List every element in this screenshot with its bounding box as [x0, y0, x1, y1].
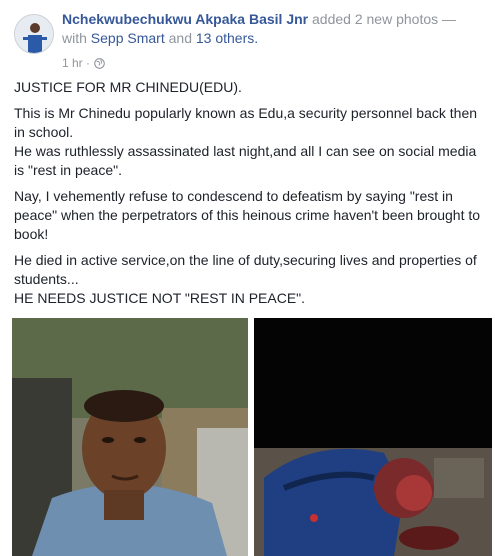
- globe-icon[interactable]: [94, 57, 105, 69]
- author-name[interactable]: Nchekwubechukwu Akpaka Basil Jnr: [62, 11, 308, 27]
- photo-crime-scene[interactable]: [254, 318, 492, 556]
- post-paragraph: He died in active service,on the line of…: [14, 252, 477, 306]
- author-avatar[interactable]: [14, 14, 54, 54]
- tagged-person[interactable]: Sepp Smart: [91, 30, 165, 46]
- tagged-others[interactable]: 13 others.: [196, 30, 258, 46]
- post-action: added 2 new photos —: [312, 11, 457, 27]
- post-paragraph: JUSTICE FOR MR CHINEDU(EDU).: [14, 79, 242, 95]
- with-label: with: [62, 30, 87, 46]
- and-label: and: [168, 30, 192, 46]
- post-paragraph: Nay, I vehemently refuse to condescend t…: [14, 188, 481, 242]
- photo-grid: [12, 318, 492, 556]
- post-body: JUSTICE FOR MR CHINEDU(EDU). This is Mr …: [14, 78, 486, 315]
- post-meta: 1 hr ·: [62, 56, 105, 70]
- post-paragraph: This is Mr Chinedu popularly known as Ed…: [14, 105, 478, 178]
- photo-man-portrait[interactable]: [12, 318, 248, 556]
- post-header: Nchekwubechukwu Akpaka Basil Jnr added 2…: [14, 10, 484, 70]
- post-header-text: Nchekwubechukwu Akpaka Basil Jnr added 2…: [62, 10, 486, 48]
- post-timestamp[interactable]: 1 hr ·: [62, 56, 90, 70]
